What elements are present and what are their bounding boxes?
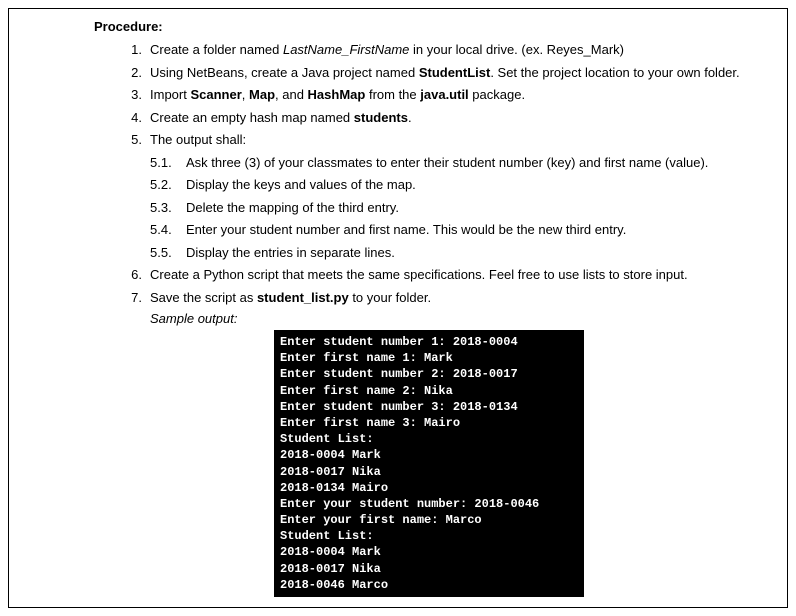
- item-6: 6. Create a Python script that meets the…: [114, 265, 757, 285]
- item-3: 3. Import Scanner, Map, and HashMap from…: [114, 85, 757, 105]
- item-4-text: Create an empty hash map named students.: [150, 108, 412, 128]
- item-7: 7. Save the script as student_list.py to…: [114, 288, 757, 308]
- sub-53-text: Delete the mapping of the third entry.: [186, 198, 399, 218]
- sub-51-text: Ask three (3) of your classmates to ente…: [186, 153, 708, 173]
- sub-item-54: 5.4. Enter your student number and first…: [150, 220, 757, 240]
- sub-item-53: 5.3. Delete the mapping of the third ent…: [150, 198, 757, 218]
- sub-52-num: 5.2.: [150, 175, 180, 195]
- sub-52-text: Display the keys and values of the map.: [186, 175, 416, 195]
- item-1-num: 1.: [114, 40, 142, 60]
- sub-list: 5.1. Ask three (3) of your classmates to…: [150, 153, 757, 263]
- item-4-num: 4.: [114, 108, 142, 128]
- sub-51-num: 5.1.: [150, 153, 180, 173]
- terminal-output: Enter student number 1: 2018-0004 Enter …: [274, 330, 584, 597]
- item-7-text: Save the script as student_list.py to yo…: [150, 288, 431, 308]
- sub-item-55: 5.5. Display the entries in separate lin…: [150, 243, 757, 263]
- item-5-text: The output shall:: [150, 130, 246, 150]
- sub-item-51: 5.1. Ask three (3) of your classmates to…: [150, 153, 757, 173]
- sub-item-52: 5.2. Display the keys and values of the …: [150, 175, 757, 195]
- sample-output-label: Sample output:: [150, 311, 757, 326]
- item-6-text: Create a Python script that meets the sa…: [150, 265, 688, 285]
- sub-54-num: 5.4.: [150, 220, 180, 240]
- item-2: 2. Using NetBeans, create a Java project…: [114, 63, 757, 83]
- sub-53-num: 5.3.: [150, 198, 180, 218]
- main-list-continued: 6. Create a Python script that meets the…: [114, 265, 757, 307]
- item-7-num: 7.: [114, 288, 142, 308]
- procedure-heading: Procedure:: [94, 19, 757, 34]
- item-4: 4. Create an empty hash map named studen…: [114, 108, 757, 128]
- item-1-text: Create a folder named LastName_FirstName…: [150, 40, 624, 60]
- sub-55-num: 5.5.: [150, 243, 180, 263]
- item-6-num: 6.: [114, 265, 142, 285]
- item-3-num: 3.: [114, 85, 142, 105]
- item-2-num: 2.: [114, 63, 142, 83]
- item-5: 5. The output shall:: [114, 130, 757, 150]
- item-2-text: Using NetBeans, create a Java project na…: [150, 63, 740, 83]
- item-5-num: 5.: [114, 130, 142, 150]
- page-frame: Procedure: 1. Create a folder named Last…: [8, 8, 788, 608]
- main-list: 1. Create a folder named LastName_FirstN…: [114, 40, 757, 150]
- sub-54-text: Enter your student number and first name…: [186, 220, 626, 240]
- item-3-text: Import Scanner, Map, and HashMap from th…: [150, 85, 525, 105]
- sub-55-text: Display the entries in separate lines.: [186, 243, 395, 263]
- item-1: 1. Create a folder named LastName_FirstN…: [114, 40, 757, 60]
